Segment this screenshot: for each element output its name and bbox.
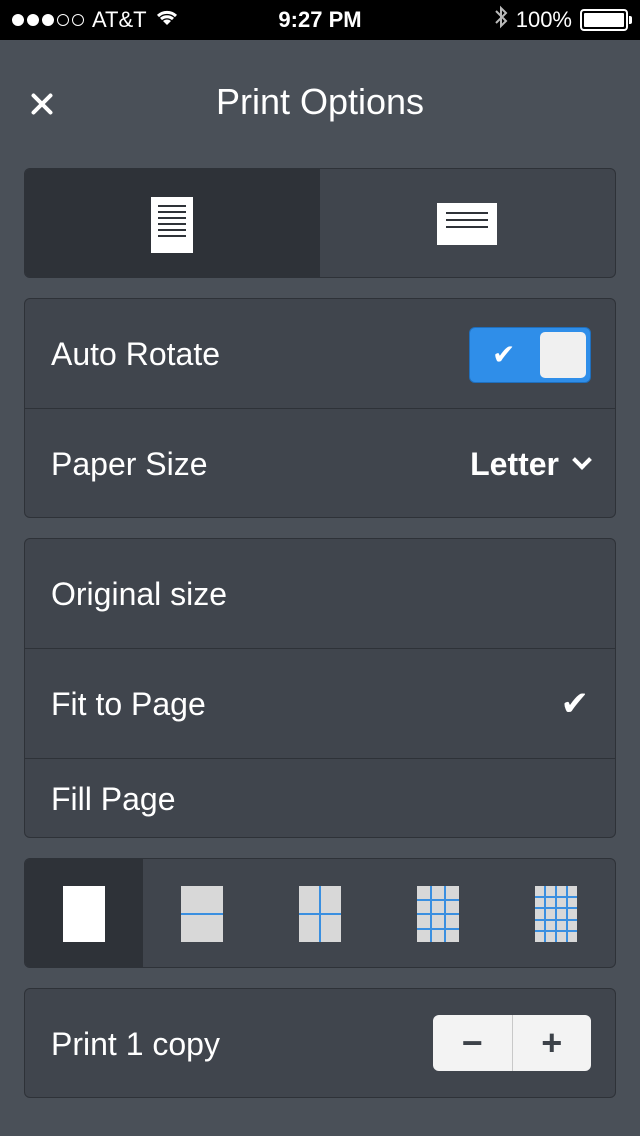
battery-percentage: 100%	[515, 7, 572, 32]
single-page-icon	[63, 886, 105, 942]
scaling-option-label: Original size	[51, 576, 228, 612]
settings-group: Auto Rotate ✔ Paper Size Letter	[24, 298, 616, 518]
checkmark-icon: ✔	[492, 339, 516, 370]
sixteen-up-grid-icon	[535, 886, 577, 942]
portrait-orientation-button[interactable]	[25, 169, 320, 277]
paper-size-value: Letter	[470, 445, 559, 482]
auto-rotate-label: Auto Rotate	[51, 336, 220, 372]
landscape-orientation-button[interactable]	[320, 169, 615, 277]
pages-per-sheet-selector	[24, 858, 616, 968]
layout-2-up-button[interactable]	[143, 859, 261, 967]
page-title: Print Options	[215, 81, 425, 122]
copies-row: Print 1 copy − +	[24, 988, 616, 1098]
scaling-option-original[interactable]: Original size	[25, 539, 615, 649]
paper-size-row[interactable]: Paper Size Letter	[25, 409, 615, 517]
wifi-icon	[155, 7, 179, 33]
increment-button[interactable]: +	[513, 1015, 592, 1071]
scaling-option-label: Fill Page	[51, 781, 176, 817]
battery-icon	[580, 9, 632, 31]
signal-strength-icon	[12, 14, 84, 26]
scaling-option-label: Fit to Page	[51, 686, 206, 722]
nine-up-grid-icon	[417, 886, 459, 942]
two-up-grid-icon	[181, 886, 223, 942]
landscape-page-icon	[437, 203, 497, 245]
layout-4-up-button[interactable]	[261, 859, 379, 967]
layout-9-up-button[interactable]	[379, 859, 497, 967]
paper-size-dropdown[interactable]: Letter	[470, 409, 592, 517]
status-left: AT&T	[12, 0, 179, 40]
portrait-page-icon	[151, 197, 193, 253]
status-right: 100%	[494, 0, 632, 40]
decrement-button[interactable]: −	[433, 1015, 513, 1071]
scaling-group: Original size Fit to Page ✔ Fill Page	[24, 538, 616, 838]
auto-rotate-toggle[interactable]: ✔	[469, 327, 591, 383]
layout-16-up-button[interactable]	[497, 859, 615, 967]
layout-1-up-button[interactable]	[25, 859, 143, 967]
scaling-option-fill[interactable]: Fill Page	[25, 759, 615, 837]
bluetooth-icon	[494, 5, 508, 35]
chevron-down-icon	[572, 450, 592, 470]
four-up-grid-icon	[299, 886, 341, 942]
copies-stepper: − +	[433, 1015, 591, 1071]
auto-rotate-row: Auto Rotate ✔	[25, 299, 615, 409]
checkmark-icon: ✔	[560, 685, 590, 723]
paper-size-label: Paper Size	[51, 446, 208, 482]
copies-label: Print 1 copy	[51, 1026, 220, 1062]
scaling-option-fit[interactable]: Fit to Page ✔	[25, 649, 615, 759]
orientation-selector	[24, 168, 616, 278]
status-bar: AT&T 9:27 PM 100%	[0, 0, 640, 40]
carrier-label: AT&T	[92, 7, 147, 32]
toggle-knob	[540, 332, 586, 378]
